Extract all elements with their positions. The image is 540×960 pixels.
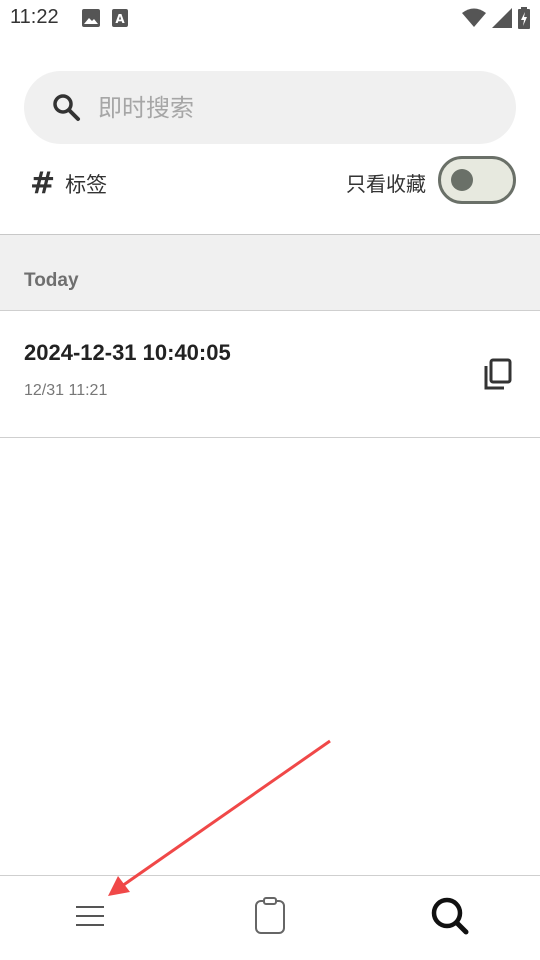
status-time: 11:22 (10, 6, 59, 28)
status-left-icons: A (82, 9, 128, 31)
favorites-only-toggle[interactable] (438, 156, 516, 204)
svg-text:A: A (115, 12, 125, 26)
search-box[interactable] (24, 71, 516, 144)
annotation-arrow (108, 739, 331, 896)
list-item[interactable]: 2024-12-31 10:40:05 12/31 11:21 (0, 312, 540, 438)
search-input[interactable] (98, 71, 498, 144)
battery-icon (518, 7, 530, 33)
list-item-time: 12/31 11:21 (24, 382, 108, 399)
tag-filter-button[interactable]: # 标签 (30, 166, 107, 201)
nav-search-button[interactable] (428, 896, 472, 940)
copy-button[interactable] (480, 356, 516, 392)
bottom-nav (0, 875, 540, 960)
list-item-title: 2024-12-31 10:40:05 (24, 340, 231, 365)
toggle-knob (451, 169, 473, 191)
clipboard-icon (254, 897, 286, 939)
signal-icon (492, 8, 512, 32)
tag-label: 标签 (65, 172, 108, 197)
wifi-icon (462, 8, 486, 32)
section-header: Today (0, 235, 540, 311)
search-icon (52, 93, 82, 127)
search-icon (430, 896, 470, 940)
copy-icon (480, 358, 516, 396)
nav-clipboard-button[interactable] (248, 896, 292, 940)
hash-icon: # (30, 166, 56, 201)
status-bar: 11:22 A (0, 0, 540, 36)
font-a-icon: A (112, 9, 128, 31)
nav-menu-button[interactable] (68, 896, 112, 940)
section-title: Today (24, 270, 79, 291)
image-icon (82, 9, 100, 31)
favorites-only-label: 只看收藏 (346, 172, 426, 196)
status-right-icons (462, 7, 530, 33)
menu-icon (75, 905, 105, 931)
